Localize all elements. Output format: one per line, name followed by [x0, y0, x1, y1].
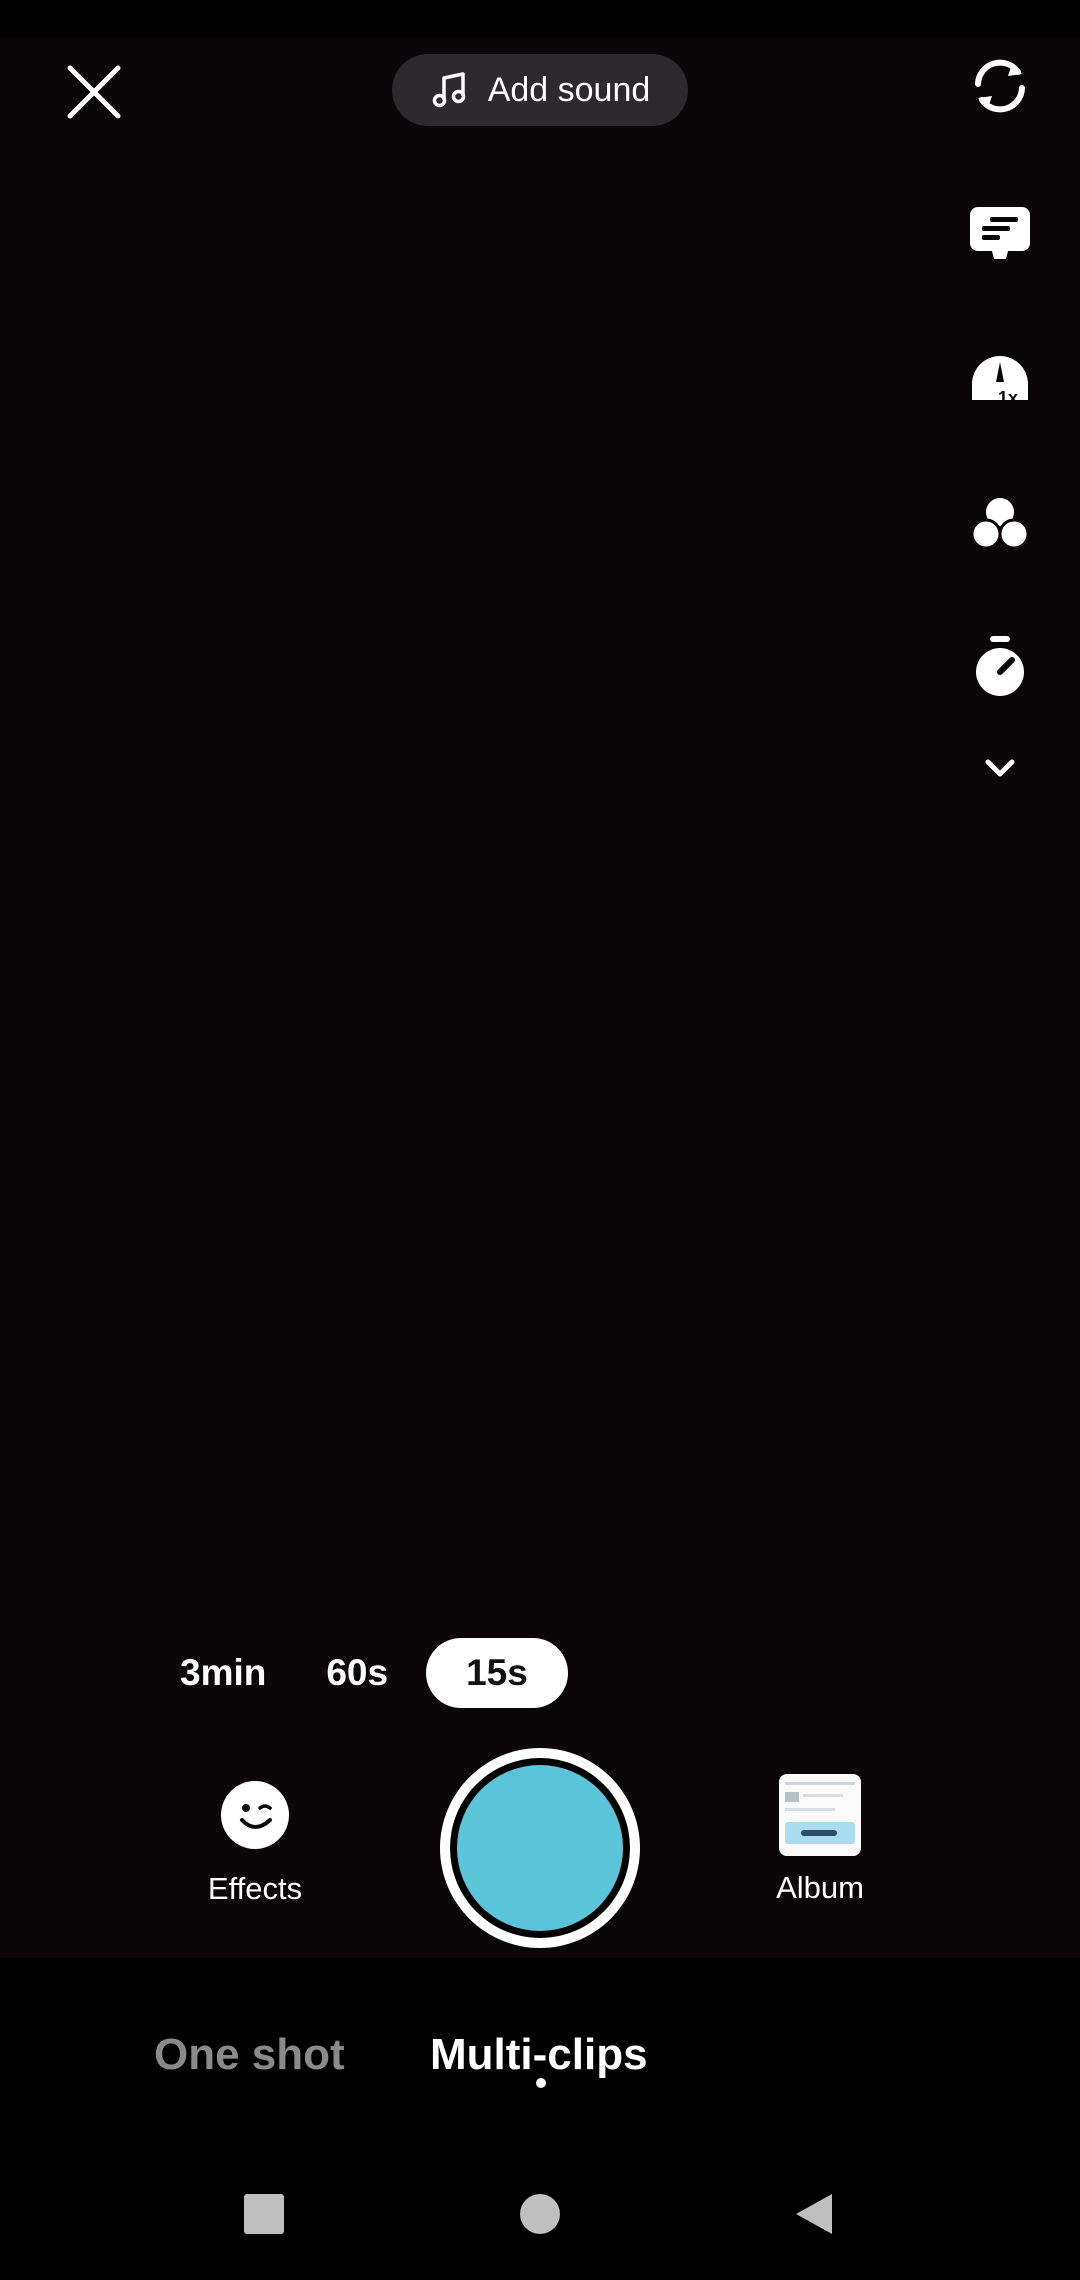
add-sound-button[interactable]: Add sound	[392, 54, 688, 126]
camera-tools: 1x	[920, 0, 1080, 820]
mode-one-shot[interactable]: One shot	[154, 2030, 345, 2080]
mode-multi-clips[interactable]: Multi-clips	[430, 2030, 648, 2080]
circle-home-icon	[520, 2194, 560, 2234]
effects-face-icon	[221, 1781, 289, 1849]
record-button-ring	[450, 1758, 630, 1938]
record-button[interactable]	[440, 1748, 640, 1948]
filters-icon	[970, 498, 1030, 550]
speed-button[interactable]: 1x	[960, 340, 1040, 420]
captions-button[interactable]	[960, 193, 1040, 273]
filters-button[interactable]	[960, 484, 1040, 564]
timer-icon	[976, 636, 1024, 696]
album-thumbnail	[779, 1774, 861, 1856]
close-button[interactable]	[64, 62, 124, 122]
duration-60s[interactable]: 60s	[296, 1638, 418, 1708]
flip-camera-icon	[975, 59, 1025, 113]
duration-3min[interactable]: 3min	[150, 1638, 296, 1708]
effects-button[interactable]: Effects	[190, 1780, 320, 1907]
music-note-icon	[432, 72, 465, 108]
home-button[interactable]	[516, 2190, 564, 2238]
effects-label: Effects	[207, 1871, 303, 1906]
selected-mode-indicator	[536, 2078, 546, 2088]
album-button[interactable]: Album	[760, 1774, 880, 1906]
album-label: Album	[776, 1870, 864, 1905]
triangle-back-icon	[796, 2194, 832, 2234]
recents-button[interactable]	[240, 2190, 288, 2238]
record-button-core	[457, 1765, 623, 1931]
chevron-down-icon	[985, 759, 1015, 777]
duration-selector: 3min 60s 15s	[150, 1638, 568, 1708]
captions-icon	[970, 207, 1030, 259]
duration-15s[interactable]: 15s	[426, 1638, 568, 1708]
speed-icon: 1x	[972, 356, 1028, 408]
system-nav-bar	[0, 2140, 1080, 2280]
mode-bar: One shot Multi-clips	[0, 1958, 1080, 2118]
timer-button[interactable]	[960, 626, 1040, 706]
more-tools-button[interactable]	[960, 728, 1040, 808]
close-icon	[67, 65, 121, 119]
status-bar	[0, 0, 1080, 38]
speed-value: 1x	[998, 388, 1018, 408]
square-recents-icon	[244, 2194, 284, 2234]
add-sound-label: Add sound	[487, 70, 651, 109]
flip-camera-button[interactable]	[960, 46, 1040, 126]
back-button[interactable]	[792, 2190, 840, 2238]
